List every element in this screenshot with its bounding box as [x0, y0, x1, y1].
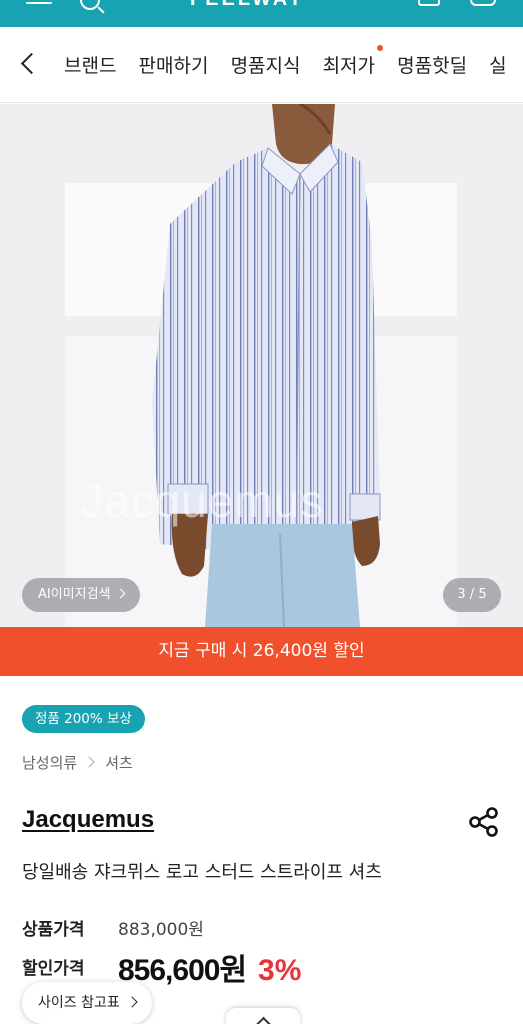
original-price: 883,000원 — [118, 920, 204, 940]
tab-hot-deal[interactable]: 명품핫딜 — [397, 51, 467, 78]
chevron-up-icon[interactable] — [226, 1008, 300, 1024]
product-image-gallery[interactable]: Jacquemus AI이미지검색 3 / 5 — [0, 104, 523, 627]
tab-more[interactable]: 실 — [489, 51, 506, 78]
product-photo — [152, 104, 381, 627]
app-logo[interactable]: FEELWAY — [190, 0, 305, 11]
brand-link[interactable]: Jacquemus — [22, 806, 154, 834]
discount-rate: 3% — [258, 954, 302, 987]
tab-brand[interactable]: 브랜드 — [64, 51, 116, 78]
category-nav: 브랜드 판매하기 명품지식 최저가 명품핫딜 실 — [0, 27, 523, 103]
search-icon[interactable] — [80, 0, 100, 10]
original-price-row: 상품가격 883,000원 — [22, 915, 204, 940]
chevron-left-icon[interactable] — [14, 49, 44, 79]
discount-price-label: 할인가격 — [22, 959, 85, 979]
image-watermark: Jacquemus — [80, 475, 325, 527]
size-chart-label: 사이즈 참고표 — [38, 995, 120, 1011]
chevron-right-icon — [83, 756, 95, 768]
authenticity-badge[interactable]: 정품 200% 보상 — [22, 705, 145, 733]
menu-icon[interactable] — [26, 0, 52, 4]
tab-lowest-price[interactable]: 최저가 — [323, 45, 384, 78]
discount-promo-banner[interactable]: 지금 구매 시 26,400원 할인 — [0, 627, 523, 676]
shopping-bag-icon[interactable] — [418, 0, 440, 6]
price-label: 상품가격 — [22, 920, 85, 940]
tab-luxury-knowledge[interactable]: 명품지식 — [231, 51, 301, 78]
size-chart-button[interactable]: 사이즈 참고표 — [22, 982, 152, 1024]
tab-sell[interactable]: 판매하기 — [139, 51, 209, 78]
breadcrumb-item[interactable]: 셔츠 — [105, 754, 133, 772]
breadcrumb: 남성의류 셔츠 — [22, 752, 133, 773]
notification-bell-icon[interactable] — [470, 0, 496, 6]
chevron-right-icon — [126, 996, 138, 1008]
app-header: FEELWAY — [0, 0, 523, 27]
product-name: 당일배송 쟈크뮈스 로고 스터드 스트라이프 셔츠 — [22, 862, 382, 883]
image-counter: 3 / 5 — [443, 578, 501, 612]
share-icon[interactable] — [466, 804, 502, 840]
breadcrumb-item[interactable]: 남성의류 — [22, 754, 77, 772]
category-tabs: 브랜드 판매하기 명품지식 최저가 명품핫딜 실 — [64, 45, 523, 78]
ai-image-search-label: AI이미지검색 — [38, 587, 111, 602]
chevron-right-icon — [115, 588, 125, 599]
ai-image-search-button[interactable]: AI이미지검색 — [22, 578, 140, 612]
